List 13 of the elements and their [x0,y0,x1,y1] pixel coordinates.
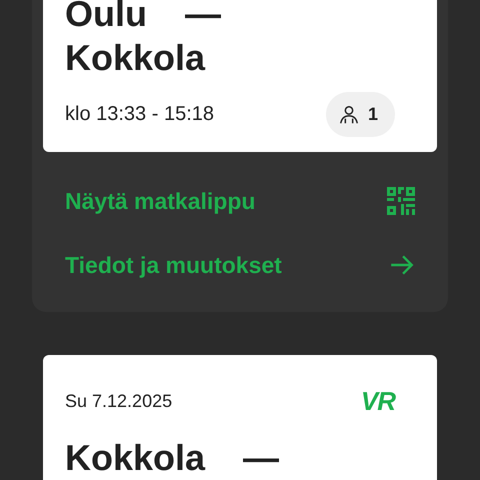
action-link[interactable]: Tiedot ja muutokset [65,233,415,297]
station-name: Kokkola [65,436,206,480]
trip-date: Su 7.12.2025 [65,390,172,412]
station-name: Oulu [65,0,147,36]
person-icon [338,104,360,126]
trip-time: klo 13:33 - 15:18 [65,103,214,126]
station-name: Kokkola [65,36,206,80]
route-dash: — [184,0,221,36]
route-dash: — [243,436,280,480]
passenger-count: 1 [326,92,395,137]
logo: VR [360,389,395,413]
action-link[interactable]: Näytä matkalippu [65,169,415,233]
qr-code-icon [387,187,415,215]
